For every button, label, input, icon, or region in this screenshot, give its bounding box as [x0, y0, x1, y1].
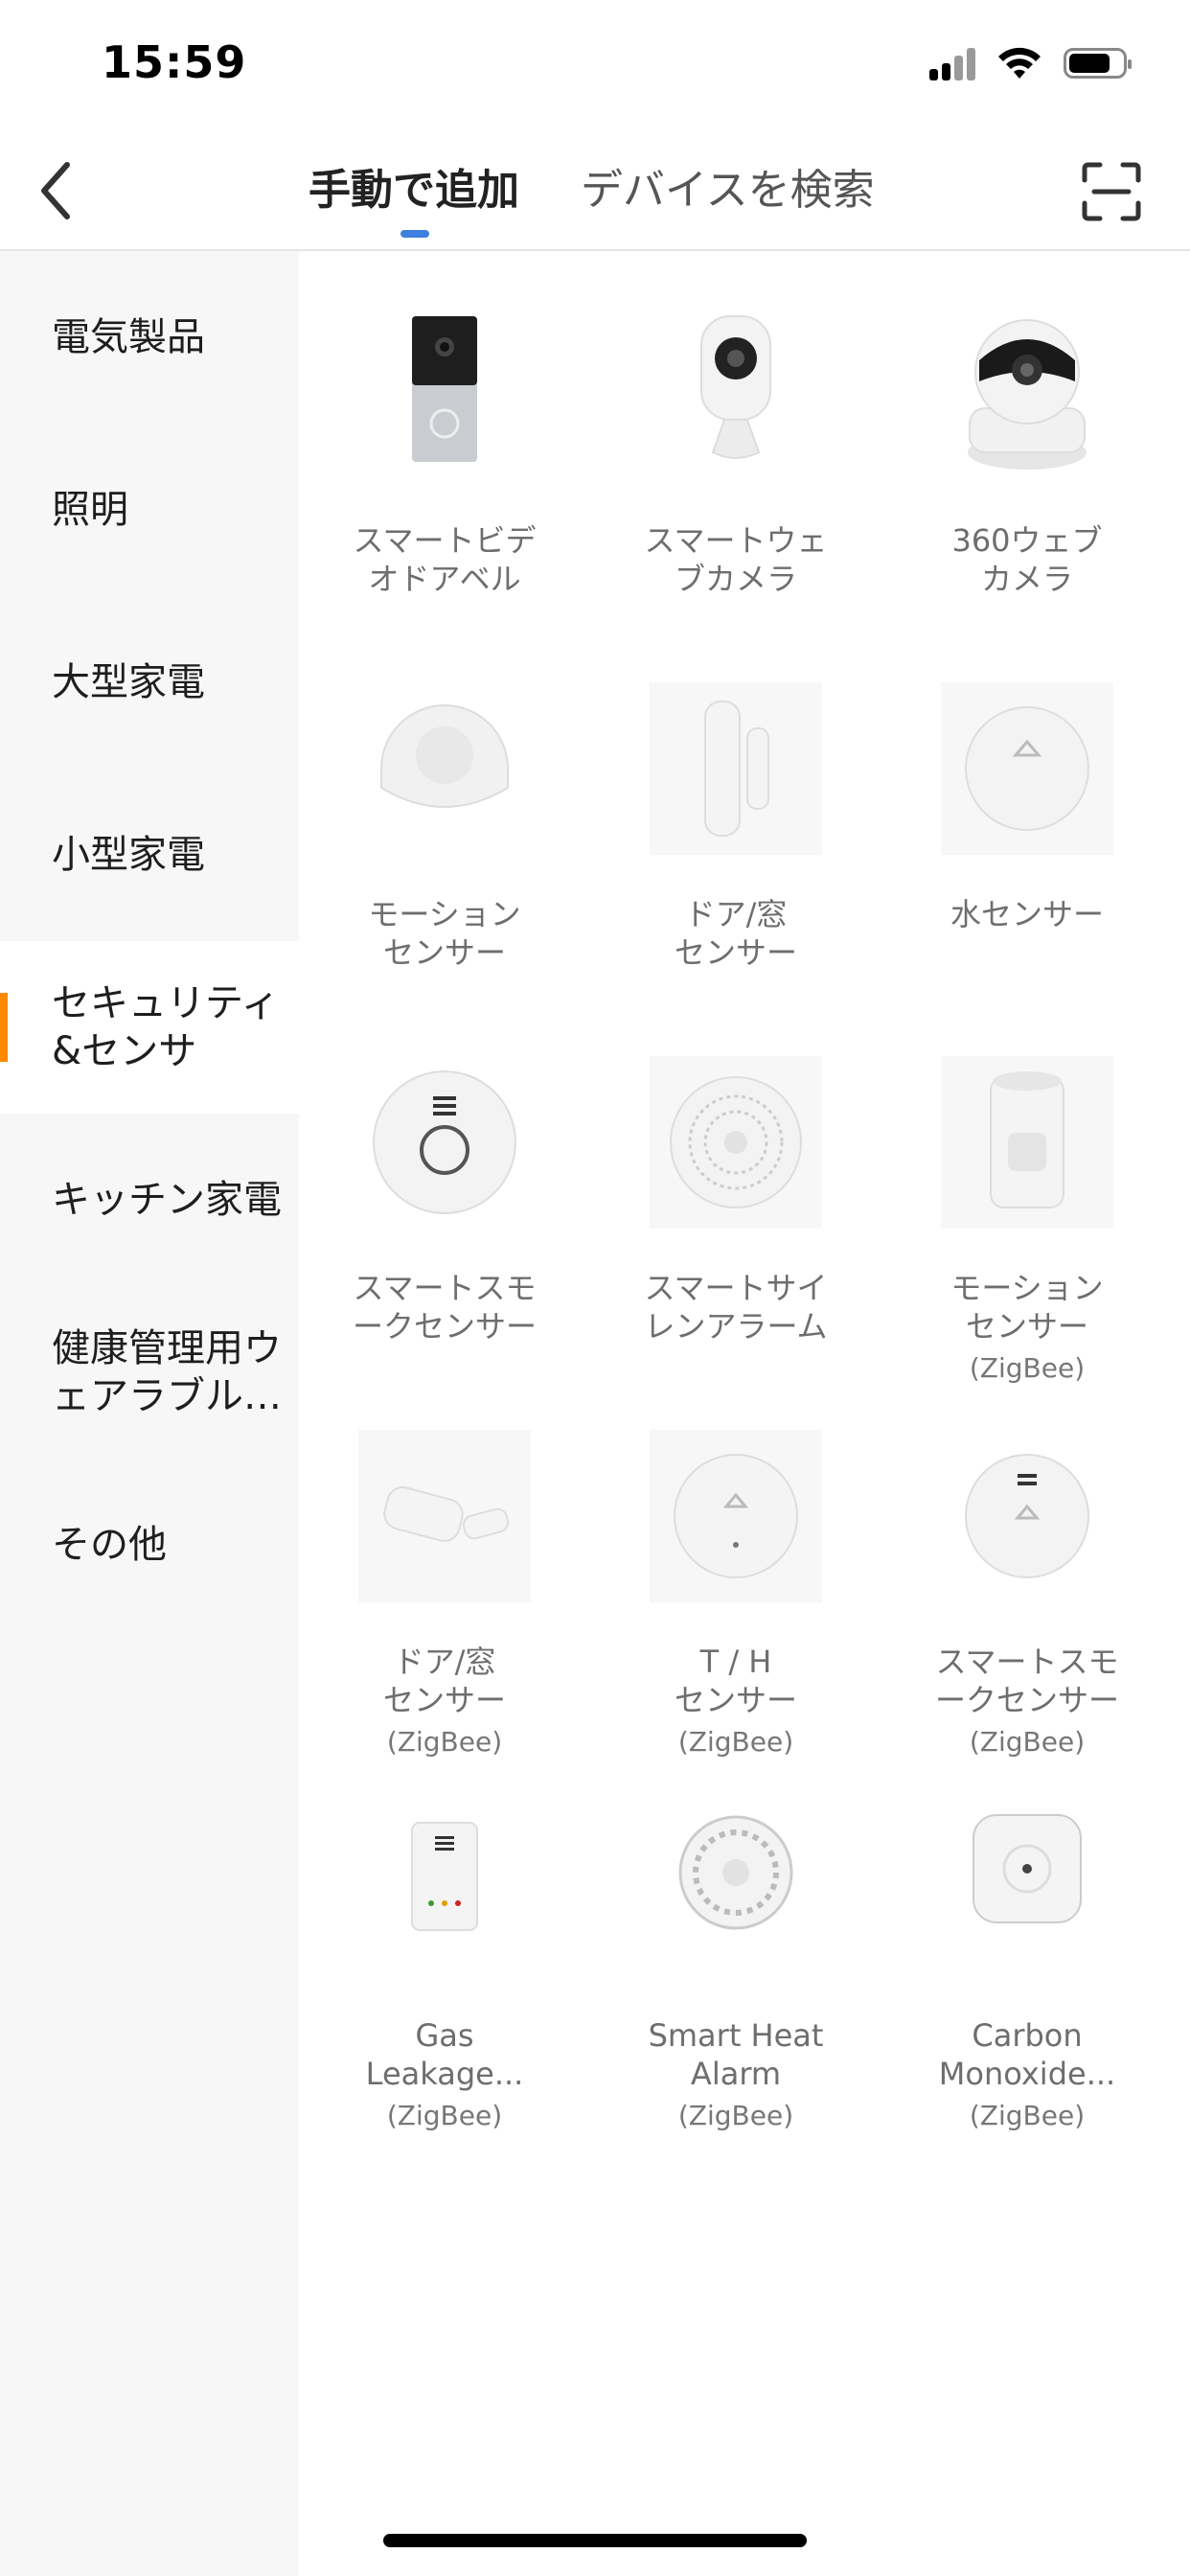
device-card-smoke-sensor[interactable]: スマートスモ ークセンサー: [299, 999, 590, 1372]
status-bar: 15:59: [0, 0, 1190, 128]
door-sensor-icon: [650, 682, 822, 855]
device-card-video-doorbell[interactable]: スマートビデ オドアベル: [299, 251, 590, 625]
device-card-door-window-sensor[interactable]: ドア/窓 センサー: [590, 625, 881, 999]
device-name: Carbon Monoxide...: [938, 2017, 1116, 2092]
device-card-360-camera[interactable]: 360ウェブ カメラ: [881, 251, 1173, 625]
device-card-smoke-sensor-zigbee[interactable]: スマートスモ ークセンサー (ZigBee): [881, 1372, 1173, 1758]
battery-icon: [1064, 48, 1132, 79]
device-name: T / H センサー: [674, 1644, 797, 1718]
device-name: モーション センサー: [368, 896, 521, 971]
sidebar-item-small-appliances[interactable]: 小型家電: [0, 769, 299, 941]
device-card-smart-webcam[interactable]: スマートウェ ブカメラ: [590, 251, 881, 625]
sidebar-item-label: 照明: [52, 488, 128, 532]
sidebar-item-label: 大型家電: [52, 660, 205, 704]
sidebar-item-label: セキュリティ &センサ: [52, 981, 280, 1073]
tab-search-devices[interactable]: デバイスを検索: [581, 155, 875, 217]
device-name: ドア/窓 センサー: [382, 1644, 506, 1718]
sidebar-item-health-wearables[interactable]: 健康管理用ウ ェアラブル…: [0, 1286, 299, 1459]
th-sensor-icon: [650, 1430, 822, 1602]
sidebar-item-label: 電気製品: [52, 315, 205, 359]
co-alarm-icon: [941, 1804, 1113, 1976]
device-sub: (ZigBee): [677, 2100, 794, 2131]
sidebar-item-label: 小型家電: [52, 833, 205, 877]
active-tab-indicator: [400, 230, 429, 238]
scan-qr-icon[interactable]: [1081, 161, 1142, 222]
sidebar-item-other[interactable]: その他: [0, 1459, 299, 1631]
device-card-motion-sensor-zigbee[interactable]: モーション センサー (ZigBee): [881, 999, 1173, 1384]
gas-leak-icon: [358, 1804, 531, 1976]
wifi-icon: [998, 47, 1041, 79]
device-name: Gas Leakage...: [365, 2017, 524, 2092]
motion-sensor-icon: [358, 682, 531, 855]
tab-manual-add[interactable]: 手動で追加: [309, 155, 519, 217]
device-card-gas-leakage[interactable]: Gas Leakage... (ZigBee): [299, 1746, 590, 2131]
device-name: スマートスモ ークセンサー: [352, 1270, 537, 1345]
device-card-siren-alarm[interactable]: スマートサイ レンアラーム: [590, 999, 881, 1372]
device-sub: (ZigBee): [386, 2100, 503, 2131]
device-card-carbon-monoxide[interactable]: Carbon Monoxide... (ZigBee): [881, 1746, 1173, 2131]
device-name: 360ウェブ カメラ: [951, 522, 1103, 597]
webcam-icon: [650, 309, 822, 481]
status-icons: [929, 42, 1132, 84]
door-sensor-zigbee-icon: [358, 1430, 531, 1602]
home-indicator[interactable]: [383, 2534, 807, 2547]
sidebar-item-kitchen[interactable]: キッチン家電: [0, 1114, 299, 1286]
doorbell-icon: [358, 309, 531, 481]
device-name: スマートビデ オドアベル: [353, 522, 537, 597]
motion-sensor-zigbee-icon: [941, 1056, 1113, 1229]
device-card-water-sensor[interactable]: 水センサー: [881, 625, 1173, 999]
device-name: スマートスモ ークセンサー: [934, 1644, 1119, 1718]
device-name: 水センサー: [950, 896, 1104, 932]
siren-icon: [650, 1056, 822, 1229]
sidebar-item-label: その他: [52, 1523, 167, 1567]
sidebar-item-lighting[interactable]: 照明: [0, 424, 299, 596]
category-sidebar: 電気製品 照明 大型家電 小型家電 セキュリティ &センサ キッチン家電 健康管…: [0, 251, 299, 2576]
sidebar-item-large-appliances[interactable]: 大型家電: [0, 596, 299, 769]
header: 手動で追加 デバイスを検索: [0, 128, 1190, 251]
back-button[interactable]: [33, 157, 80, 224]
device-name: スマートサイ レンアラーム: [644, 1270, 828, 1345]
device-card-door-window-sensor-zigbee[interactable]: ドア/窓 センサー (ZigBee): [299, 1372, 590, 1758]
smoke-sensor-zigbee-icon: [941, 1430, 1113, 1602]
heat-alarm-icon: [650, 1804, 822, 1976]
smoke-sensor-icon: [358, 1056, 531, 1229]
ptz-camera-icon: [941, 309, 1113, 481]
sidebar-item-electrical[interactable]: 電気製品: [0, 251, 299, 424]
device-name: Smart Heat Alarm: [648, 2017, 824, 2092]
sidebar-item-label: キッチン家電: [52, 1178, 282, 1222]
device-name: ドア/窓 センサー: [674, 896, 797, 971]
device-name: スマートウェ ブカメラ: [644, 522, 828, 597]
device-card-heat-alarm[interactable]: Smart Heat Alarm (ZigBee): [590, 1746, 881, 2131]
sidebar-item-label: 健康管理用ウ ェアラブル…: [52, 1326, 282, 1418]
device-card-th-sensor[interactable]: T / H センサー (ZigBee): [590, 1372, 881, 1758]
status-time: 15:59: [102, 36, 247, 88]
device-name: モーション センサー: [950, 1270, 1104, 1345]
water-sensor-icon: [941, 682, 1113, 855]
cellular-signal-icon: [929, 46, 975, 80]
sidebar-item-security-sensors[interactable]: セキュリティ &センサ: [0, 941, 299, 1114]
device-sub: (ZigBee): [969, 2100, 1086, 2131]
device-card-motion-sensor[interactable]: モーション センサー: [299, 625, 590, 999]
